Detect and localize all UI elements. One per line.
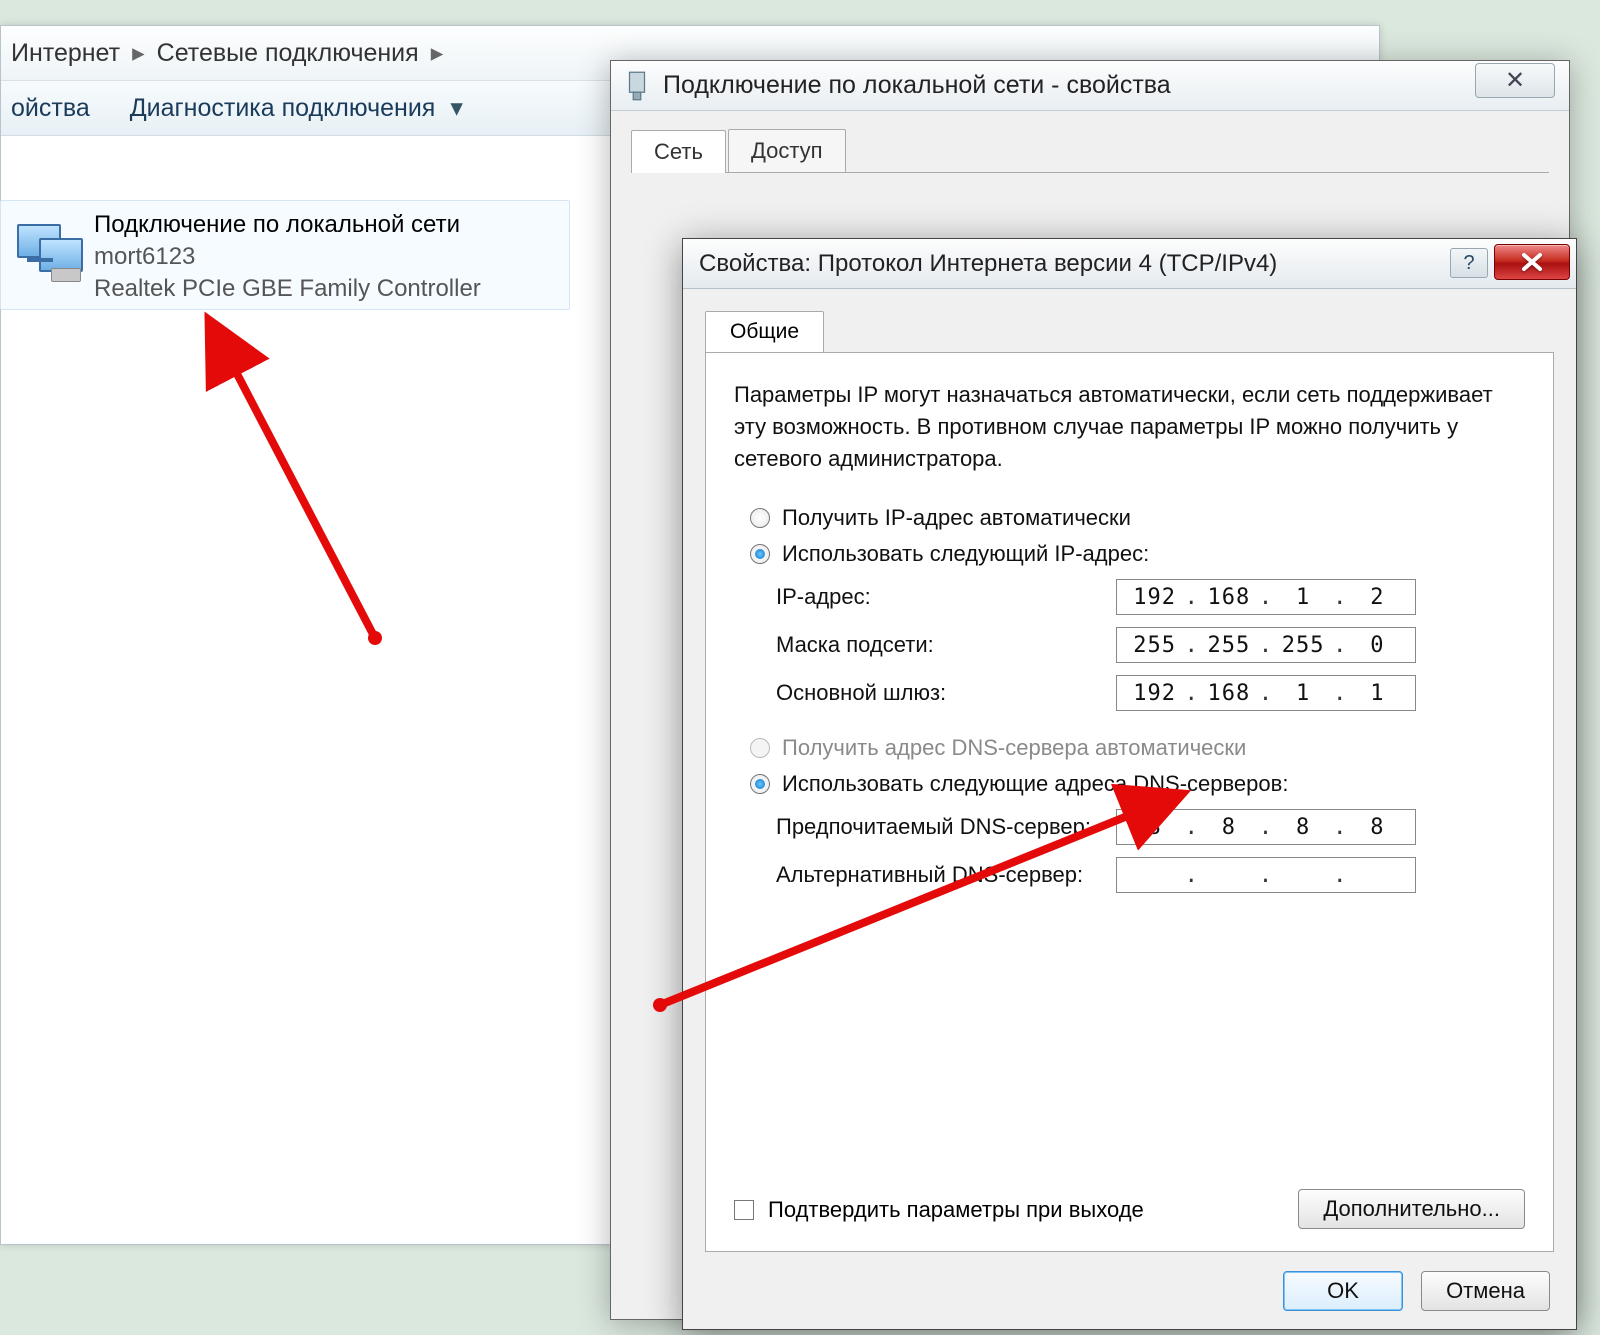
dlg1-tabs: Сеть Доступ xyxy=(631,129,1569,172)
radio-manual-dns[interactable]: Использовать следующие адреса DNS-сервер… xyxy=(750,771,1525,797)
preferred-dns-input[interactable]: 8.8.8.8 xyxy=(1116,809,1416,845)
general-panel: Параметры IP могут назначаться автоматич… xyxy=(705,352,1554,1252)
dlg2-tabs: Общие xyxy=(705,311,1576,352)
connection-network: mort6123 xyxy=(94,241,561,273)
panel-description: Параметры IP могут назначаться автоматич… xyxy=(734,379,1525,475)
label-gateway: Основной шлюз: xyxy=(776,680,1116,706)
radio-icon xyxy=(750,544,770,564)
radio-manual-ip[interactable]: Использовать следующий IP-адрес: xyxy=(750,541,1525,567)
dialog-titlebar[interactable]: Свойства: Протокол Интернета версии 4 (T… xyxy=(683,239,1576,289)
label-mask: Маска подсети: xyxy=(776,632,1116,658)
label-dns1: Предпочитаемый DNS-сервер: xyxy=(776,814,1116,840)
help-button[interactable]: ? xyxy=(1450,248,1488,278)
radio-label: Получить IP-адрес автоматически xyxy=(782,505,1131,531)
tab-access[interactable]: Доступ xyxy=(728,129,846,172)
ipv4-properties-dialog: Свойства: Протокол Интернета версии 4 (T… xyxy=(682,238,1577,1330)
radio-label: Использовать следующие адреса DNS-сервер… xyxy=(782,771,1288,797)
dlg1-close-button[interactable]: ✕ xyxy=(1475,63,1555,98)
radio-icon xyxy=(750,774,770,794)
ethernet-plug-icon xyxy=(625,71,649,101)
checkbox-icon xyxy=(734,1200,754,1220)
network-adapter-icon xyxy=(9,207,94,303)
tab-network[interactable]: Сеть xyxy=(631,130,726,173)
cancel-button[interactable]: Отмена xyxy=(1421,1271,1550,1311)
radio-auto-dns: Получить адрес DNS-сервера автоматически xyxy=(750,735,1525,761)
connection-item-lan[interactable]: Подключение по локальной сети mort6123 R… xyxy=(0,200,570,310)
radio-auto-ip[interactable]: Получить IP-адрес автоматически xyxy=(750,505,1525,531)
crumb-internet[interactable]: Интернет xyxy=(11,39,120,68)
dropdown-arrow-icon[interactable]: ▾ xyxy=(450,93,463,123)
toolbar-diagnose[interactable]: Диагностика подключения xyxy=(130,94,436,123)
radio-icon xyxy=(750,508,770,528)
radio-label: Получить адрес DNS-сервера автоматически xyxy=(782,735,1246,761)
tab-general[interactable]: Общие xyxy=(705,311,824,352)
dialog-titlebar[interactable]: Подключение по локальной сети - свойства xyxy=(611,61,1569,111)
toolbar-properties[interactable]: ойства xyxy=(11,94,90,123)
connection-title: Подключение по локальной сети xyxy=(94,209,561,241)
crumb-netconn[interactable]: Сетевые подключения xyxy=(157,39,419,68)
confirm-label: Подтвердить параметры при выходе xyxy=(768,1197,1144,1223)
close-button[interactable] xyxy=(1494,244,1570,280)
chevron-right-icon: ▸ xyxy=(431,38,444,68)
label-dns2: Альтернативный DNS-сервер: xyxy=(776,862,1116,888)
help-icon: ? xyxy=(1463,252,1474,275)
ip-address-input[interactable]: 192.168.1.2 xyxy=(1116,579,1416,615)
advanced-button[interactable]: Дополнительно... xyxy=(1298,1189,1525,1229)
ok-button[interactable]: OK xyxy=(1283,1271,1403,1311)
dialog-title: Свойства: Протокол Интернета версии 4 (T… xyxy=(699,250,1277,278)
confirm-on-exit[interactable]: Подтвердить параметры при выходе xyxy=(734,1197,1144,1223)
subnet-mask-input[interactable]: 255.255.255.0 xyxy=(1116,627,1416,663)
close-icon: ✕ xyxy=(1505,66,1525,95)
connection-adapter: Realtek PCIe GBE Family Controller xyxy=(94,273,561,305)
label-ip: IP-адрес: xyxy=(776,584,1116,610)
alternate-dns-input[interactable]: ... xyxy=(1116,857,1416,893)
radio-icon xyxy=(750,738,770,758)
chevron-right-icon: ▸ xyxy=(132,38,145,68)
radio-label: Использовать следующий IP-адрес: xyxy=(782,541,1149,567)
dialog-title: Подключение по локальной сети - свойства xyxy=(663,71,1171,100)
default-gateway-input[interactable]: 192.168.1.1 xyxy=(1116,675,1416,711)
close-icon xyxy=(1519,252,1545,272)
